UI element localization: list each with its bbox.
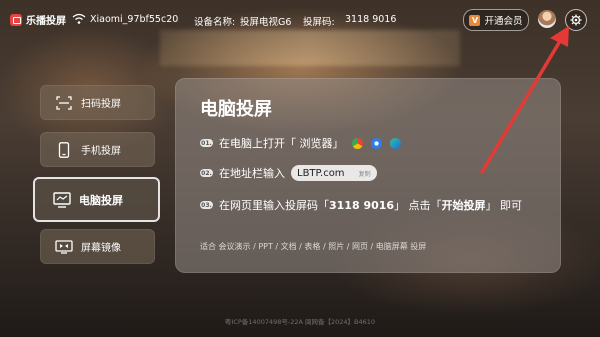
edge-icon: [389, 137, 401, 149]
step-1: 01. 在电脑上打开「 浏览器」: [200, 135, 401, 151]
copy-button[interactable]: 复制: [359, 169, 371, 178]
status-bar: 乐播投屏 Xiaomi_97bf55c20 设备名称: 投屏电视G6 投屏码: …: [0, 0, 600, 40]
sidebar-item-pc[interactable]: 电脑投屏: [33, 177, 160, 222]
sidebar-item-phone[interactable]: 手机投屏: [40, 132, 155, 167]
step-text: 在地址栏输入: [219, 167, 285, 180]
step-text-before: 在网页里输入投屏码「: [219, 199, 329, 212]
sidebar-item-mirror[interactable]: 屏幕镜像: [40, 229, 155, 264]
device-name: 投屏电视G6: [240, 17, 292, 28]
mirror-icon: [55, 239, 73, 255]
step-action: 开始投屏: [441, 199, 486, 212]
panel-title: 电脑投屏: [200, 99, 272, 120]
app-logo: 乐播投屏: [10, 12, 66, 27]
vip-label: 开通会员: [484, 16, 523, 27]
sidebar-item-label: 扫码投屏: [81, 99, 121, 110]
vip-badge-icon: V: [469, 14, 481, 26]
app-logo-icon: [10, 13, 22, 26]
step-text: 在电脑上打开「 浏览器」: [219, 137, 344, 150]
step-2: 02. 在地址栏输入 LBTP.com 复制: [200, 165, 377, 181]
monitor-icon: [53, 191, 71, 208]
use-cases-text: 适合 会议演示 / PPT / 文档 / 表格 / 照片 / 网页 / 电脑屏幕…: [200, 242, 427, 251]
sidebar-item-label: 屏幕镜像: [81, 243, 121, 254]
cast-code-label: 投屏码:: [303, 17, 335, 28]
avatar[interactable]: [538, 10, 556, 28]
step-number: 02.: [200, 169, 213, 177]
icp-text: 粤ICP备14007498号-22A 闽网备【2024】B4610: [224, 318, 376, 326]
step-text-mid: 」 点击「: [394, 199, 442, 212]
device-name-label: 设备名称:: [194, 17, 236, 28]
vip-button[interactable]: V 开通会员: [463, 9, 529, 31]
phone-icon: [55, 141, 73, 158]
step-code: 3118 9016: [329, 198, 395, 212]
url-text: LBTP.com: [297, 167, 345, 179]
step-number: 03.: [200, 201, 213, 209]
sidebar-item-scan[interactable]: 扫码投屏: [40, 85, 155, 120]
app-name: 乐播投屏: [26, 16, 66, 27]
pc-cast-panel: 电脑投屏 01. 在电脑上打开「 浏览器」 02. 在地址栏输入 LBTP.co…: [175, 78, 561, 273]
scan-icon: [55, 95, 73, 111]
step-text-after: 」 即可: [485, 199, 523, 212]
safari-icon: [370, 137, 382, 149]
step-number: 01.: [200, 139, 213, 147]
step-3: 03. 在网页里输入投屏码「 3118 9016 」 点击「 开始投屏 」 即可: [200, 197, 522, 213]
settings-button[interactable]: [565, 9, 587, 31]
wifi-name: Xiaomi_97bf55c20: [90, 14, 179, 25]
url-box[interactable]: LBTP.com 复制: [291, 165, 377, 181]
sidebar-item-label: 手机投屏: [81, 146, 121, 157]
cast-code: 3118 9016: [345, 14, 397, 25]
sidebar-item-label: 电脑投屏: [79, 193, 123, 207]
wifi-icon: [72, 13, 86, 24]
chrome-icon: [351, 137, 363, 149]
gear-icon: [570, 14, 582, 26]
